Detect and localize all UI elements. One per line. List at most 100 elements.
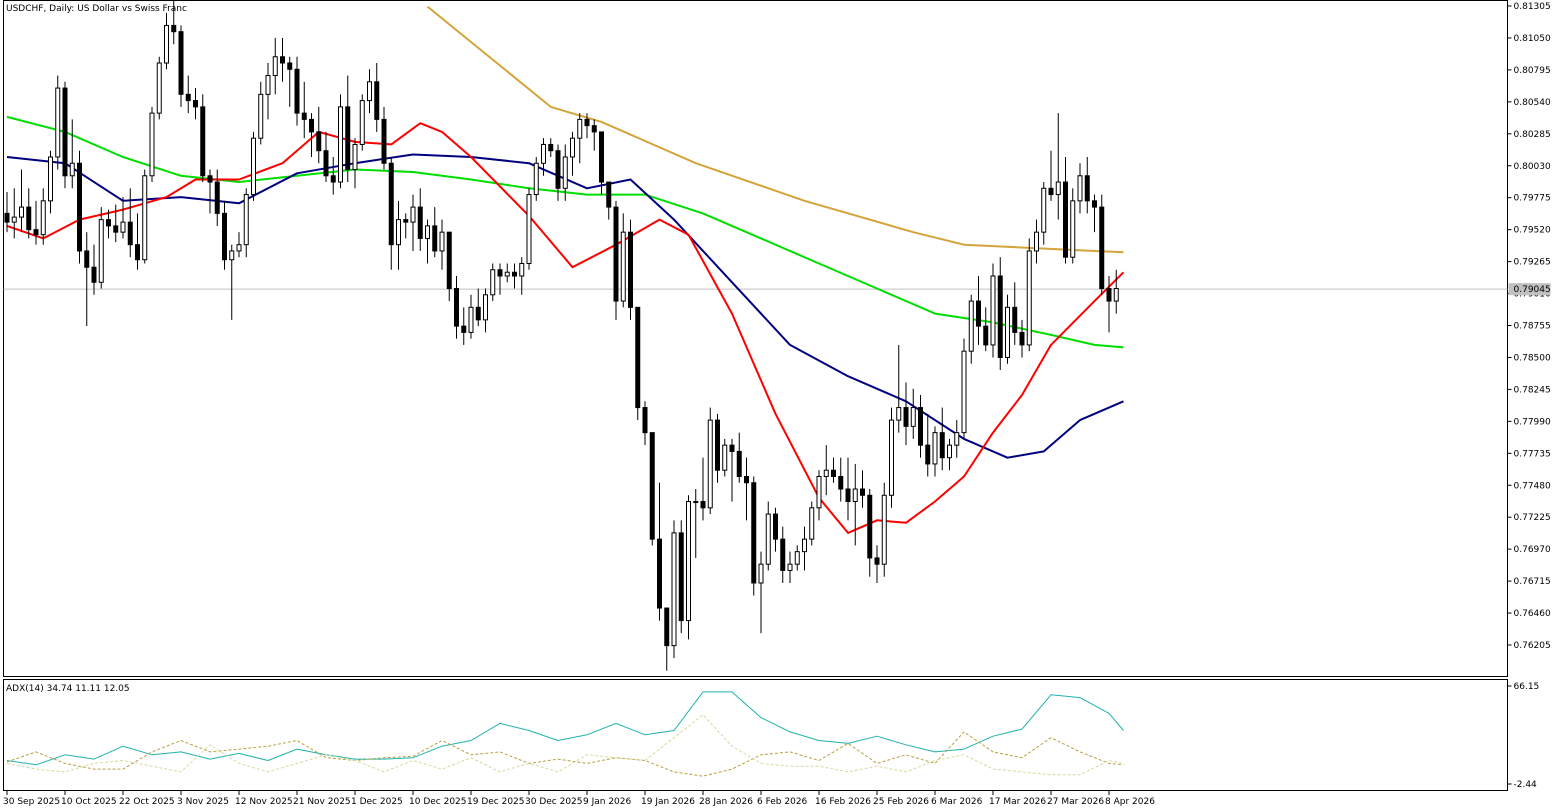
price-tick-label: 0.79265 xyxy=(1514,258,1551,268)
time-tick-label: 30 Sep 2025 xyxy=(3,797,60,807)
candle xyxy=(990,263,996,358)
candle-body-down xyxy=(84,250,90,268)
current-price-label: 0.79045 xyxy=(1514,285,1551,295)
candle-body-down xyxy=(939,432,945,459)
candle-body-down xyxy=(432,225,438,252)
candle-body-down xyxy=(983,325,989,346)
candle-body-down xyxy=(381,118,387,164)
candle-body-down xyxy=(780,538,786,571)
candle-body-up xyxy=(11,216,17,223)
candle-body-down xyxy=(1048,187,1054,196)
candle xyxy=(77,150,82,264)
candle-body-up xyxy=(265,75,271,95)
candle-body-down xyxy=(1012,306,1018,333)
candle-body-down xyxy=(77,162,82,252)
candle-body-up xyxy=(881,494,887,565)
candle-body-down xyxy=(345,106,351,171)
price-tick-label: 0.80795 xyxy=(1514,66,1551,76)
candle-body-down xyxy=(91,266,97,283)
candle xyxy=(359,94,365,151)
price-tick-label: 0.81305 xyxy=(1514,2,1551,12)
price-tick-label: 0.78500 xyxy=(1514,353,1551,363)
candle-body-down xyxy=(729,444,735,452)
candle-body-up xyxy=(483,294,488,321)
time-tick-label: 10 Oct 2025 xyxy=(61,797,117,807)
candle-body-up xyxy=(961,350,967,434)
candle-body-up xyxy=(577,118,583,139)
time-tick-label: 9 Jan 2026 xyxy=(583,797,631,807)
candle-body-up xyxy=(490,269,496,296)
candle xyxy=(686,495,691,640)
candle xyxy=(526,188,532,270)
price-tick-label: 0.76205 xyxy=(1514,641,1551,651)
candle-body-up xyxy=(722,444,728,471)
time-tick-label: 22 Oct 2025 xyxy=(119,797,175,807)
candle-body-down xyxy=(773,513,778,540)
candle xyxy=(62,81,68,189)
candle-body-down xyxy=(715,419,720,471)
candle xyxy=(809,501,815,546)
candle-body-down xyxy=(642,407,648,434)
candle-body-down xyxy=(678,532,684,622)
candle xyxy=(671,520,677,659)
candle-body-down xyxy=(454,288,459,327)
candle xyxy=(251,131,256,201)
candle xyxy=(98,207,104,289)
candle-body-down xyxy=(222,212,227,261)
candle-body-down xyxy=(649,432,655,540)
candle-body-down xyxy=(831,469,836,477)
candle-body-down xyxy=(925,444,931,465)
candle-body-up xyxy=(156,62,162,114)
candle-body-up xyxy=(707,419,713,509)
time-tick-label: 1 Dec 2025 xyxy=(351,797,403,807)
candle-body-up xyxy=(896,407,902,421)
candle-body-up xyxy=(620,231,626,302)
time-tick-label: 28 Jan 2026 xyxy=(699,797,753,807)
price-tick-label: 0.80030 xyxy=(1514,162,1551,172)
candle-body-down xyxy=(1063,181,1068,258)
candle-body-down xyxy=(512,271,517,277)
price-tick-label: 0.77225 xyxy=(1514,513,1551,523)
candle xyxy=(142,169,148,264)
candle-body-down xyxy=(548,143,554,152)
adx-tick-label: -2.44 xyxy=(1514,780,1538,790)
candle-body-up xyxy=(765,513,771,565)
candle-body-down xyxy=(860,488,865,496)
candle-body-up xyxy=(947,444,952,459)
candle-body-up xyxy=(541,143,546,164)
candle-body-down xyxy=(555,150,561,189)
candle-body-up xyxy=(164,24,169,64)
candle-body-up xyxy=(671,532,677,647)
candle-body-up xyxy=(809,507,815,540)
candle-body-up xyxy=(504,271,510,277)
candle-body-up xyxy=(1005,306,1010,358)
candle-body-down xyxy=(1099,206,1105,290)
candle-body-up xyxy=(562,156,568,189)
candle xyxy=(649,432,655,546)
candle-body-up xyxy=(338,106,343,183)
chart-title: USDCHF, Daily: US Dollar vs Swiss Franc xyxy=(6,4,187,14)
candle-body-up xyxy=(519,262,525,277)
candle-body-up xyxy=(787,563,793,571)
candle-body-down xyxy=(461,325,467,333)
candle-body-down xyxy=(838,475,844,490)
time-tick-label: 27 Mar 2026 xyxy=(1047,797,1104,807)
time-tick-label: 6 Mar 2026 xyxy=(931,797,983,807)
price-tick-label: 0.76970 xyxy=(1514,545,1551,555)
candle xyxy=(200,94,206,183)
price-tick-label: 0.76460 xyxy=(1514,609,1551,619)
candle xyxy=(1099,194,1105,295)
price-tick-label: 0.80285 xyxy=(1514,130,1551,140)
candle xyxy=(178,25,184,107)
candle-body-down xyxy=(4,212,10,223)
candle-body-up xyxy=(823,469,829,477)
time-tick-label: 8 Apr 2026 xyxy=(1105,797,1155,807)
candle-body-down xyxy=(657,538,662,609)
time-tick-label: 10 Dec 2025 xyxy=(409,797,467,807)
candle-body-up xyxy=(359,100,365,145)
candle-body-up xyxy=(526,194,532,264)
price-tick-label: 0.79520 xyxy=(1514,226,1551,236)
candle-body-down xyxy=(171,24,177,33)
adx-title: ADX(14) 34.74 11.11 12.05 xyxy=(6,684,130,694)
candle-body-down xyxy=(664,607,670,647)
